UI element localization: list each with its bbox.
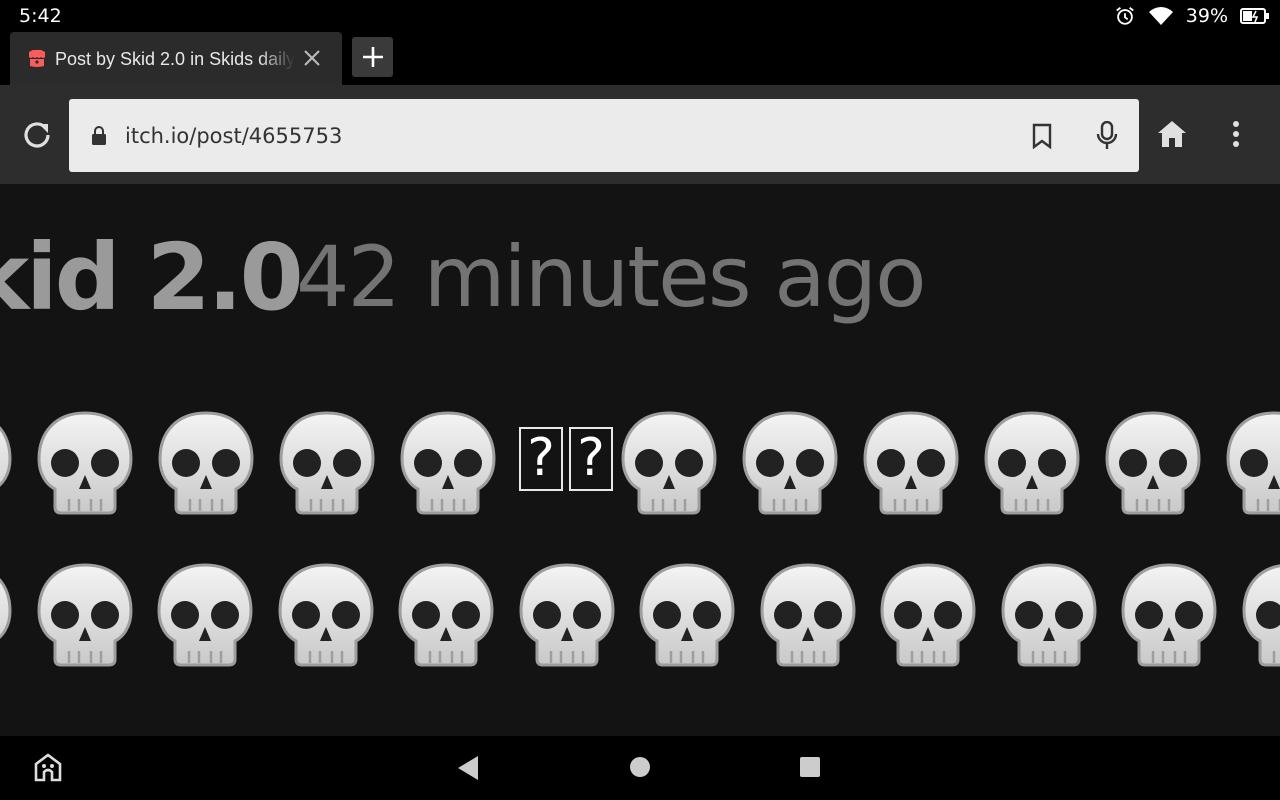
home-circle-icon[interactable]	[628, 755, 652, 779]
missing-glyph-box: ?	[569, 427, 613, 491]
lock-icon	[92, 126, 106, 145]
skull-emoji	[999, 561, 1099, 669]
skull-emoji	[1224, 409, 1280, 517]
skull-emoji	[277, 409, 377, 517]
browser-toolbar: itch.io/post/4655753	[0, 85, 1280, 184]
post-timestamp[interactable]: 42 minutes ago	[296, 228, 926, 326]
skull-emoji	[396, 561, 496, 669]
page-content: kid 2.0 42 minutes ago ??	[0, 184, 1280, 736]
skull-emoji	[517, 561, 617, 669]
emoji-row-2	[0, 561, 1280, 671]
skull-emoji	[156, 409, 256, 517]
skull-emoji	[35, 409, 135, 517]
skull-emoji	[35, 561, 135, 669]
address-bar[interactable]: itch.io/post/4655753	[69, 99, 1139, 172]
skull-emoji	[1119, 561, 1219, 669]
missing-glyph-box: ?	[519, 427, 563, 491]
emoji-row-1: ??	[0, 409, 1280, 519]
tab-active[interactable]: Post by Skid 2.0 in Skids daily	[10, 32, 342, 85]
bookmark-icon[interactable]	[1031, 123, 1053, 149]
wifi-icon	[1148, 7, 1173, 25]
reload-icon[interactable]	[20, 118, 54, 152]
status-icons: 39%	[1114, 4, 1270, 28]
skull-emoji	[0, 561, 14, 669]
alarm-icon	[1115, 7, 1134, 25]
itch-io-icon	[29, 50, 45, 67]
skull-emoji	[861, 409, 961, 517]
url-text[interactable]: itch.io/post/4655753	[125, 124, 342, 148]
skull-emoji	[1240, 561, 1280, 669]
skull-emoji	[0, 409, 14, 517]
skull-emoji	[276, 561, 376, 669]
recents-icon[interactable]	[799, 756, 821, 778]
skull-emoji	[619, 409, 719, 517]
skull-emoji	[740, 409, 840, 517]
skull-emoji	[398, 409, 498, 517]
plus-icon	[362, 47, 383, 67]
back-icon[interactable]	[456, 755, 480, 781]
tab-title: Post by Skid 2.0 in Skids daily	[55, 49, 295, 69]
status-time: 5:42	[19, 5, 62, 27]
assistant-icon[interactable]	[32, 752, 64, 784]
home-icon[interactable]	[1157, 120, 1187, 148]
more-vertical-icon[interactable]	[1226, 120, 1246, 148]
battery-charging-icon	[1240, 8, 1269, 24]
skull-emoji	[637, 561, 737, 669]
battery-percent: 39%	[1185, 5, 1228, 27]
skull-emoji	[878, 561, 978, 669]
post-author[interactable]: kid 2.0	[0, 224, 304, 331]
skull-emoji	[982, 409, 1082, 517]
close-icon[interactable]	[302, 48, 322, 68]
system-nav-bar	[0, 736, 1280, 800]
new-tab-button[interactable]	[352, 37, 393, 77]
status-bar: 5:42 39%	[0, 0, 1280, 32]
tab-strip: Post by Skid 2.0 in Skids daily	[0, 32, 1280, 85]
skull-emoji	[1103, 409, 1203, 517]
skull-emoji	[155, 561, 255, 669]
microphone-icon[interactable]	[1095, 121, 1119, 151]
skull-emoji	[758, 561, 858, 669]
